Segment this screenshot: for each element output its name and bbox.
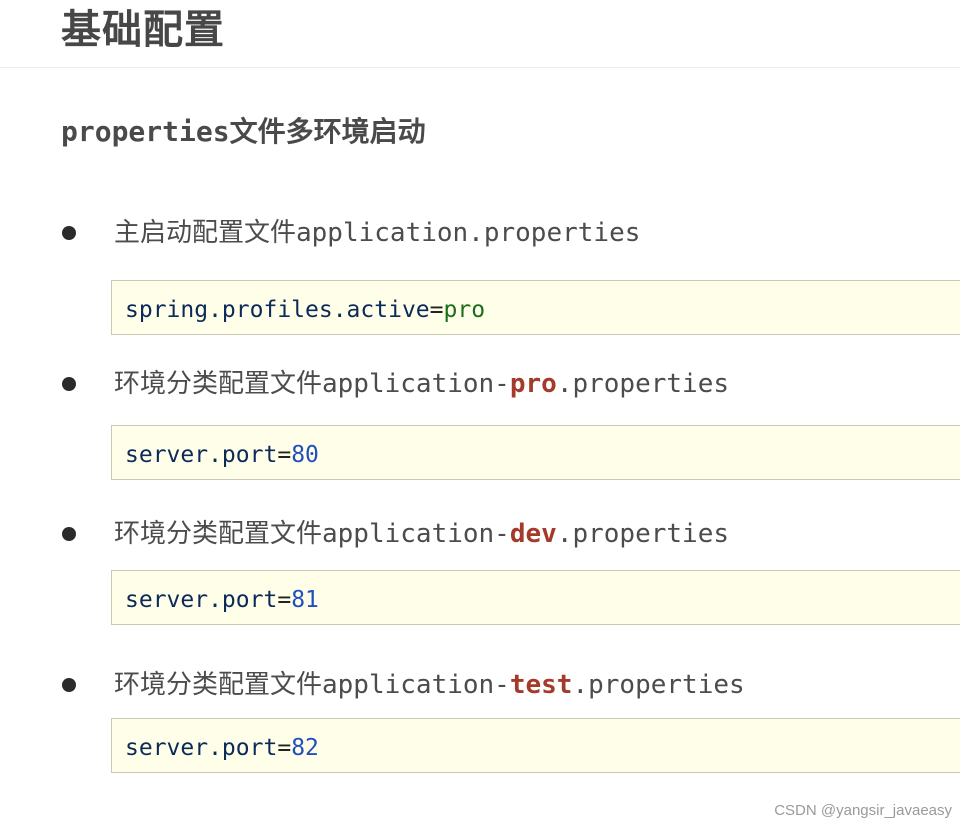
item-label-prefix: 环境分类配置文件application-	[114, 369, 510, 399]
code-operator: =	[277, 735, 292, 761]
bullet-icon	[62, 226, 76, 240]
code-key: spring.profiles.active	[125, 297, 430, 323]
code-line: server.port=80	[125, 440, 319, 470]
item-label-suffix: .properties	[556, 369, 729, 399]
item-label-prefix: 环境分类配置文件application-	[114, 670, 510, 700]
code-line: server.port=82	[125, 733, 319, 763]
bullet-icon	[62, 678, 76, 692]
bullet-icon	[62, 527, 76, 541]
item-label-prefix: 环境分类配置文件application-	[114, 519, 510, 549]
code-value: 82	[291, 735, 319, 761]
code-block-main: spring.profiles.active=pro	[111, 280, 960, 335]
item-label-prefix: 主启动配置文件application.properties	[114, 218, 641, 248]
item-label-pro: 环境分类配置文件application-pro.properties	[114, 367, 729, 401]
bullet-icon	[62, 377, 76, 391]
code-block-dev: server.port=81	[111, 570, 960, 625]
code-value: pro	[443, 297, 486, 323]
code-value: 81	[291, 587, 319, 613]
item-label-highlight: pro	[509, 369, 557, 399]
code-line: server.port=81	[125, 585, 319, 615]
watermark: CSDN @yangsir_javaeasy	[774, 802, 952, 819]
code-key: server.port	[125, 442, 278, 468]
code-key: server.port	[125, 735, 278, 761]
code-value: 80	[291, 442, 319, 468]
item-label-suffix: .properties	[556, 519, 729, 549]
item-label-test: 环境分类配置文件application-test.properties	[114, 668, 745, 702]
code-block-pro: server.port=80	[111, 425, 960, 480]
code-operator: =	[429, 297, 444, 323]
code-line: spring.profiles.active=pro	[125, 295, 485, 325]
item-label-highlight: dev	[509, 519, 557, 549]
code-operator: =	[277, 587, 292, 613]
code-operator: =	[277, 442, 292, 468]
item-label-suffix: .properties	[572, 670, 745, 700]
item-label-dev: 环境分类配置文件application-dev.properties	[114, 517, 729, 551]
item-label-highlight: test	[509, 670, 573, 700]
code-key: server.port	[125, 587, 278, 613]
item-label-main: 主启动配置文件application.properties	[114, 216, 640, 250]
section-subtitle: properties文件多环境启动	[61, 115, 426, 148]
page-title: 基础配置	[61, 7, 225, 53]
code-block-test: server.port=82	[111, 718, 960, 773]
title-bar: 基础配置	[0, 0, 960, 68]
